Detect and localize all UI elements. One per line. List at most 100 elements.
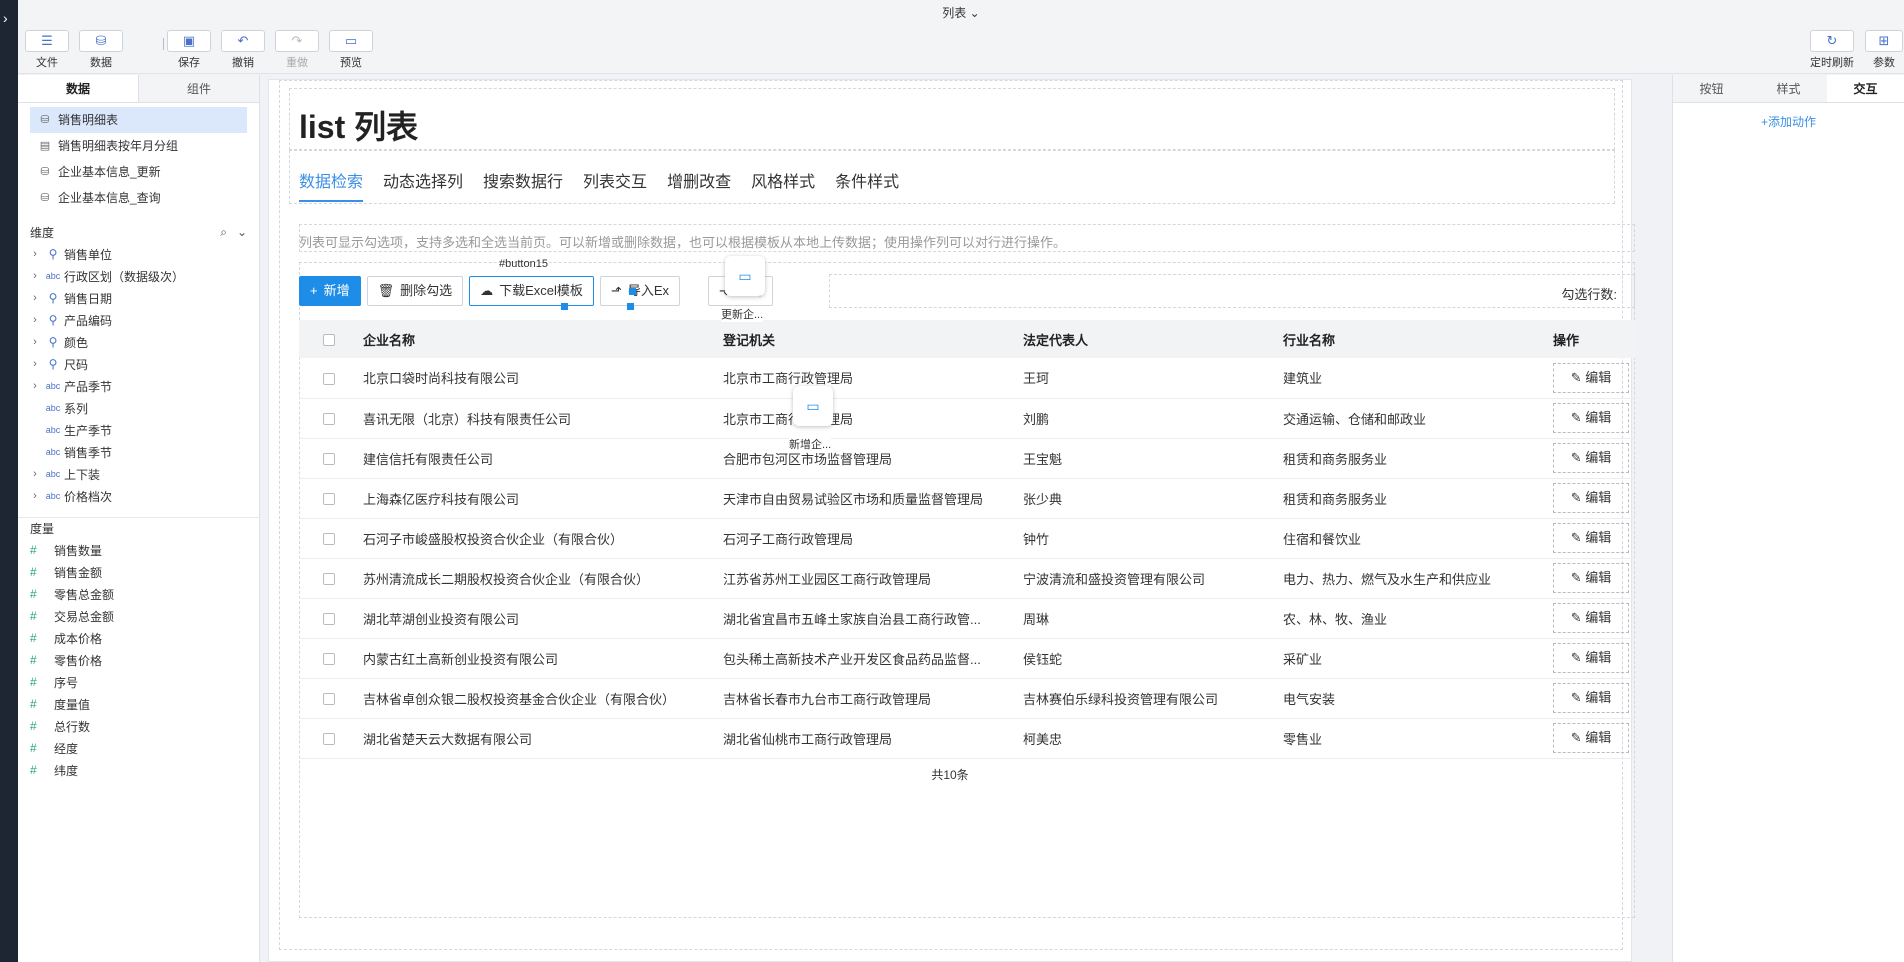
save-button[interactable]: ▣ 保存 — [166, 30, 212, 70]
tab-button[interactable]: 按钮 — [1673, 75, 1750, 102]
timed-refresh-button[interactable]: ↻ 定时刷新 — [1804, 30, 1860, 70]
edit-button[interactable]: ✎ 编辑 — [1553, 563, 1629, 593]
dimension-field[interactable]: › abc 行政区划（数据级次） — [28, 265, 259, 287]
tab-style[interactable]: 风格样式 — [751, 168, 815, 202]
update-widget-icon[interactable]: ▭ — [725, 256, 765, 296]
dimension-field[interactable]: › ⚲ 产品编码 — [28, 309, 259, 331]
undo-button[interactable]: ↶ 撤销 — [220, 30, 266, 70]
table-row[interactable]: 北京口袋时尚科技有限公司 北京市工商行政管理局 王珂 建筑业 ✎ 编辑 — [299, 358, 1635, 399]
table-row[interactable]: 湖北苹湖创业投资有限公司 湖北省宜昌市五峰土家族自治县工商行政管... 周琳 农、林、… — [299, 598, 1635, 639]
resize-handle[interactable] — [627, 303, 634, 310]
edit-button[interactable]: ✎ 编辑 — [1553, 683, 1629, 713]
edit-button[interactable]: ✎ 编辑 — [1553, 443, 1629, 473]
table-row[interactable]: 上海森亿医疗科技有限公司 天津市自由贸易试验区市场和质量监督管理局 张少典 租赁和商务… — [299, 478, 1635, 519]
dimension-field[interactable]: › abc 上下装 — [28, 463, 259, 485]
measure-field[interactable]: # 纬度 — [18, 759, 259, 781]
dimension-field[interactable]: › ⚲ 尺码 — [28, 353, 259, 375]
page-title[interactable]: 列表 ⌄ — [18, 4, 1904, 21]
tab-list-interaction[interactable]: 列表交互 — [583, 168, 647, 202]
measure-field[interactable]: # 零售价格 — [18, 649, 259, 671]
edit-button[interactable]: ✎ 编辑 — [1553, 523, 1629, 553]
chevron-right-icon[interactable]: › — [28, 380, 42, 392]
dimension-field[interactable]: › ⚲ 颜色 — [28, 331, 259, 353]
row-checkbox[interactable] — [323, 613, 335, 626]
data-button[interactable]: ⛁ 数据 — [78, 30, 124, 70]
tab-data-search[interactable]: 数据检索 — [299, 168, 364, 202]
table-row[interactable]: 内蒙古红土高新创业投资有限公司 包头稀土高新技术产业开发区食品药品监督... 侯钰蛇… — [299, 638, 1635, 679]
edit-button[interactable]: ✎ 编辑 — [1553, 362, 1629, 393]
add-widget-icon[interactable]: ▭ — [793, 386, 833, 426]
row-checkbox[interactable] — [323, 372, 335, 385]
dataset-item[interactable]: ▤ 销售明细表按年月分组 — [30, 133, 247, 159]
measure-field[interactable]: # 度量值 — [18, 693, 259, 715]
measure-field[interactable]: # 总行数 — [18, 715, 259, 737]
table-row[interactable]: 吉林省卓创众银二股权投资基金合伙企业（有限合伙） 吉林省长春市九台市工商行政管理局… — [299, 678, 1635, 719]
left-collapse-strip[interactable]: › — [0, 0, 18, 962]
tab-interaction[interactable]: 交互 — [1827, 75, 1904, 102]
design-canvas[interactable]: list 列表 数据检索 动态选择列 搜索数据行 列表交互 增删改查 风格样式 … — [268, 79, 1635, 962]
edit-button[interactable]: ✎ 编辑 — [1553, 643, 1629, 673]
table-row[interactable]: 石河子市峻盛股权投资合伙企业（有限合伙） 石河子工商行政管理局 钟竹 住宿和餐饮业 ✎ … — [299, 518, 1635, 559]
tab-search-rows[interactable]: 搜索数据行 — [483, 168, 563, 202]
edit-button[interactable]: ✎ 编辑 — [1553, 483, 1629, 513]
chevron-down-icon[interactable]: ⌄ — [237, 225, 247, 239]
edit-button[interactable]: ✎ 编辑 — [1553, 723, 1629, 753]
tab-conditional-style[interactable]: 条件样式 — [835, 168, 899, 202]
download-template-button[interactable]: ☁ 下载Excel模板 — [469, 276, 594, 306]
chevron-right-icon[interactable]: › — [28, 314, 42, 326]
column-header[interactable]: 企业名称 — [355, 320, 715, 358]
chevron-right-icon[interactable]: › — [28, 468, 42, 480]
resize-handle[interactable] — [561, 303, 568, 310]
row-checkbox[interactable] — [323, 533, 335, 546]
resize-handle[interactable] — [629, 288, 636, 295]
chevron-right-icon[interactable]: › — [28, 336, 42, 348]
row-checkbox[interactable] — [323, 453, 335, 466]
dataset-item[interactable]: ⛁ 企业基本信息_更新 — [30, 159, 247, 185]
tab-style[interactable]: 样式 — [1750, 75, 1827, 102]
chevron-right-icon[interactable]: › — [28, 292, 42, 304]
column-header[interactable]: 行业名称 — [1275, 320, 1545, 358]
measure-field[interactable]: # 零售总金额 — [18, 583, 259, 605]
add-action-button[interactable]: +添加动作 — [1673, 113, 1904, 130]
measure-field[interactable]: # 序号 — [18, 671, 259, 693]
row-checkbox[interactable] — [323, 493, 335, 506]
params-button[interactable]: ⊞ 参数 — [1864, 30, 1904, 70]
file-button[interactable]: ☰ 文件 — [24, 30, 70, 70]
delete-selected-button[interactable]: 🗑 删除勾选 — [366, 276, 464, 306]
dimension-field[interactable]: › abc 价格档次 — [28, 485, 259, 507]
redo-button[interactable]: ↷ 重做 — [274, 30, 320, 70]
chevron-right-icon[interactable]: › — [28, 270, 42, 282]
row-checkbox[interactable] — [323, 733, 335, 746]
dataset-item[interactable]: ⛁ 销售明细表 — [30, 107, 247, 133]
dimension-field[interactable]: abc 系列 — [28, 397, 259, 419]
chevron-right-icon[interactable]: › — [28, 358, 42, 370]
dimension-field[interactable]: › abc 产品季节 — [28, 375, 259, 397]
dimension-field[interactable]: › ⚲ 销售单位 — [28, 243, 259, 265]
add-button[interactable]: + 新增 — [299, 276, 361, 306]
tab-components[interactable]: 组件 — [139, 75, 259, 102]
tab-data[interactable]: 数据 — [18, 75, 139, 102]
preview-button[interactable]: ▭ 预览 — [328, 30, 374, 70]
column-header[interactable]: 法定代表人 — [1015, 320, 1275, 358]
column-header[interactable]: 登记机关 — [715, 320, 1015, 358]
column-header[interactable]: 操作 — [1545, 320, 1635, 358]
measure-field[interactable]: # 成本价格 — [18, 627, 259, 649]
dimension-field[interactable]: abc 生产季节 — [28, 419, 259, 441]
dimension-field[interactable]: › ⚲ 销售日期 — [28, 287, 259, 309]
measure-field[interactable]: # 交易总金额 — [18, 605, 259, 627]
select-all-checkbox[interactable] — [323, 334, 335, 347]
row-checkbox[interactable] — [323, 413, 335, 426]
dimension-field[interactable]: abc 销售季节 — [28, 441, 259, 463]
dataset-item[interactable]: ⛁ 企业基本信息_查询 — [30, 185, 247, 211]
update-widget-label[interactable]: 更新企... — [721, 306, 764, 322]
edit-button[interactable]: ✎ 编辑 — [1553, 403, 1629, 433]
measure-field[interactable]: # 销售金额 — [18, 561, 259, 583]
measure-field[interactable]: # 销售数量 — [18, 539, 259, 561]
chevron-right-icon[interactable]: › — [28, 490, 42, 502]
import-excel-button[interactable]: ⬏ 导入Ex — [599, 276, 680, 306]
expand-arrow-icon[interactable]: › — [3, 10, 8, 26]
edit-button[interactable]: ✎ 编辑 — [1553, 603, 1629, 633]
table-row[interactable]: 建信信托有限责任公司 合肥市包河区市场监督管理局 王宝魁 租赁和商务服务业 ✎ 编辑 — [299, 438, 1635, 479]
row-checkbox[interactable] — [323, 693, 335, 706]
add-widget-label[interactable]: 新增企... — [789, 436, 832, 452]
